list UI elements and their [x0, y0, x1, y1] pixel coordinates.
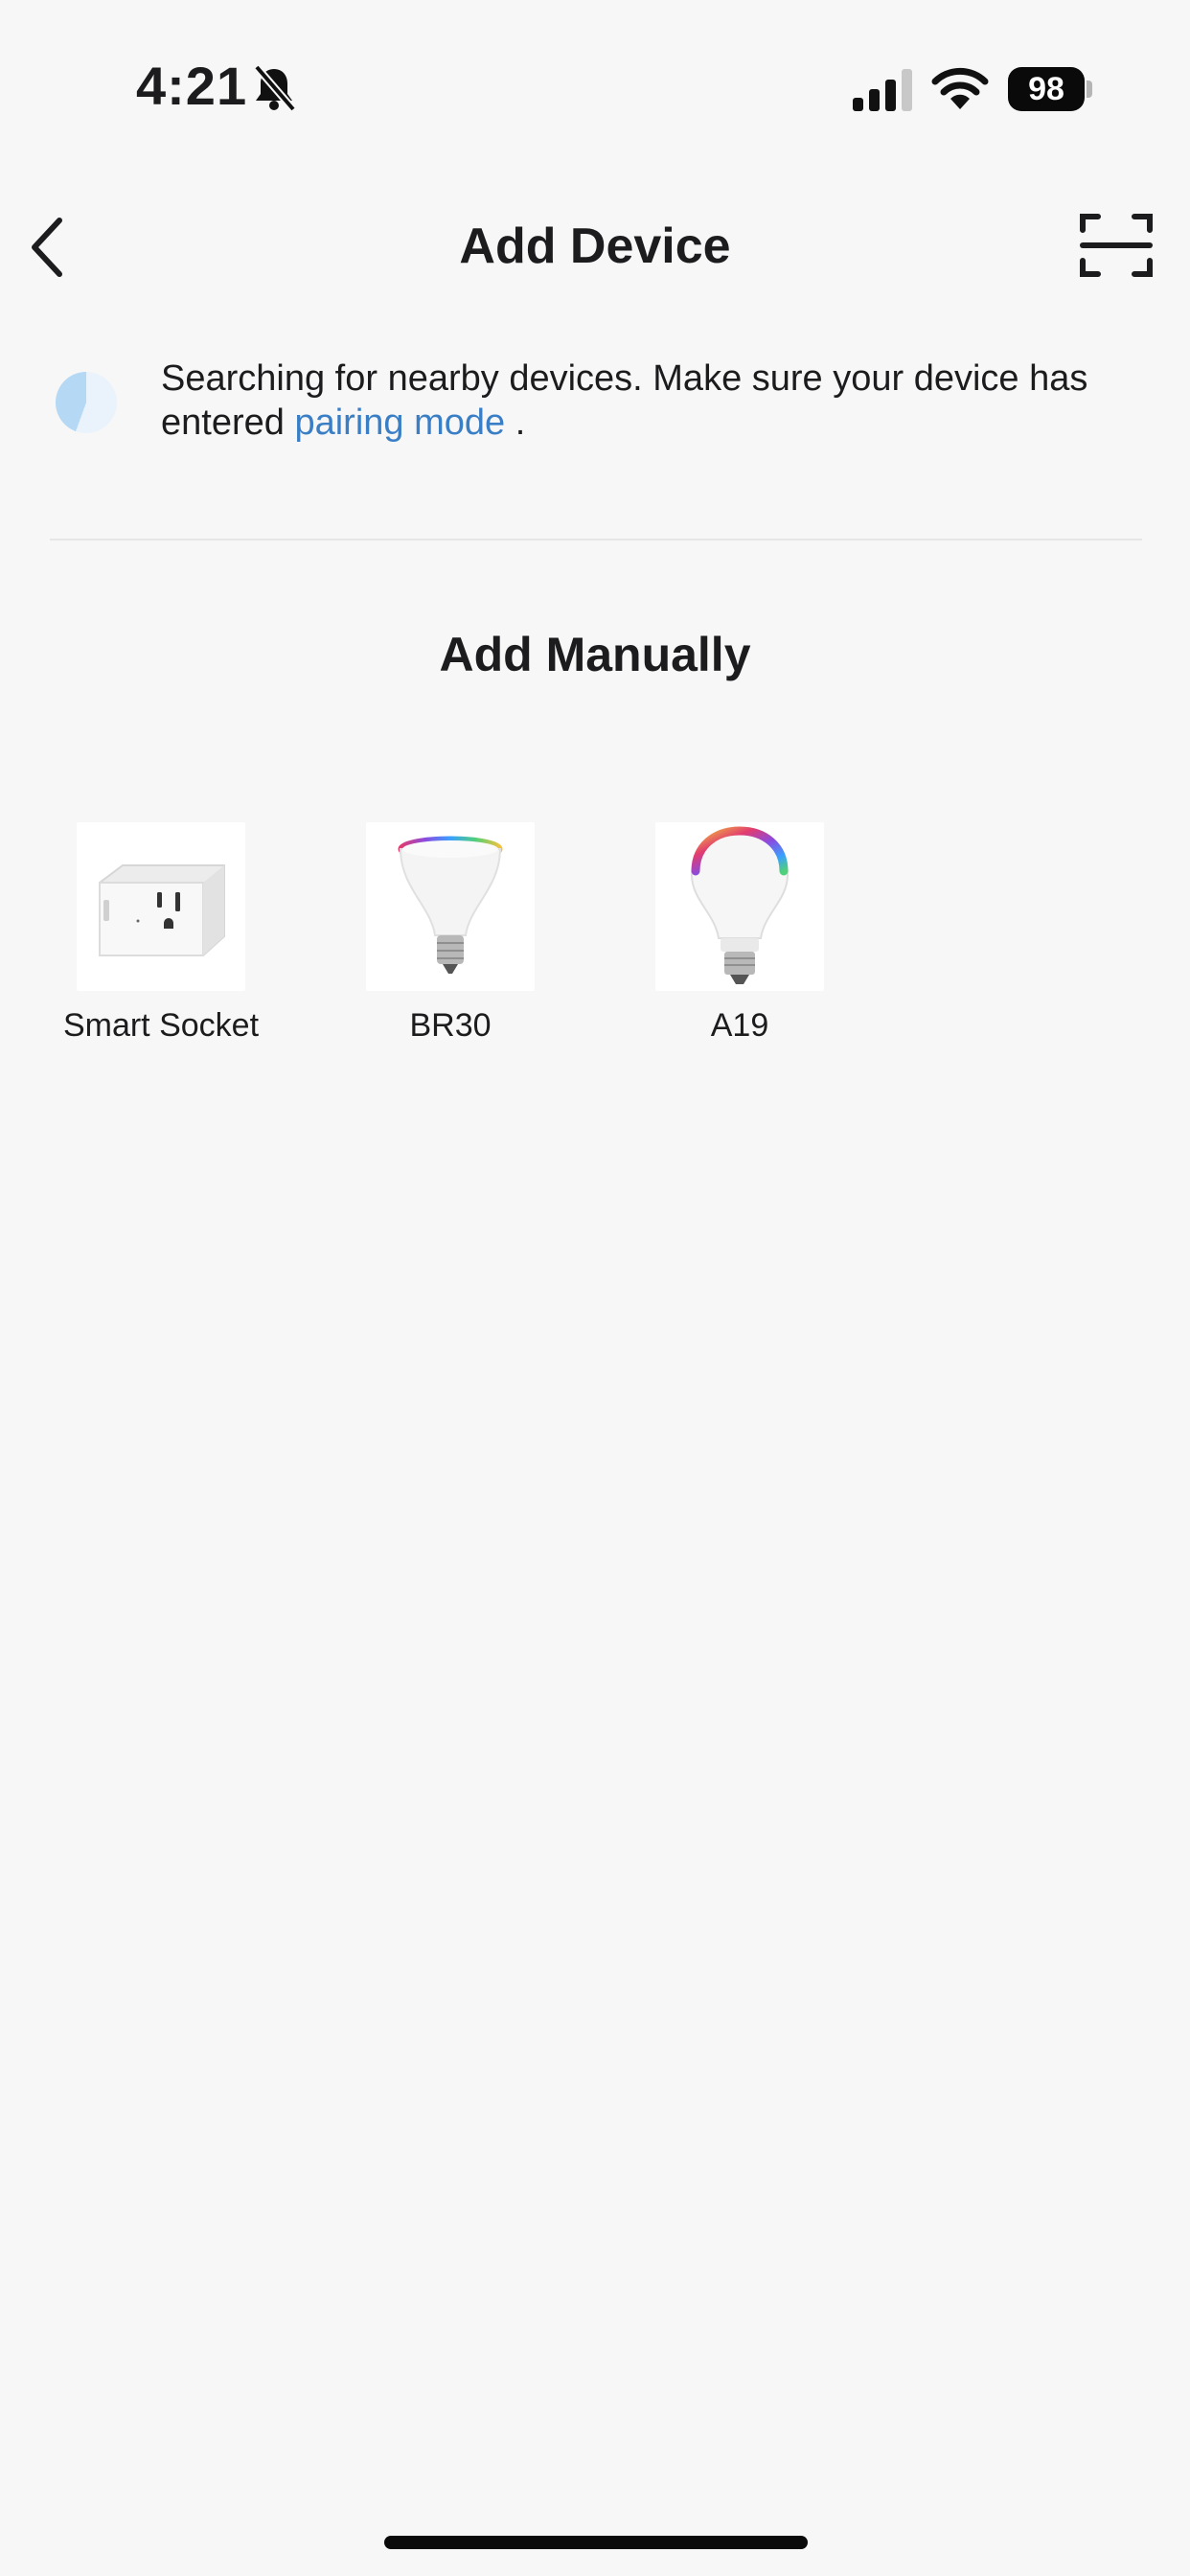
cellular-signal-icon	[853, 69, 912, 111]
a19-bulb-image	[655, 822, 824, 991]
pairing-mode-link[interactable]: pairing mode	[294, 402, 505, 443]
device-label: Smart Socket	[62, 1007, 260, 1044]
device-label: A19	[710, 1007, 769, 1044]
device-br30[interactable]: BR30	[335, 822, 565, 1048]
battery-icon: 98	[1008, 67, 1085, 111]
battery-level: 98	[1028, 70, 1064, 107]
searching-text-end: .	[505, 402, 526, 443]
scan-qr-icon	[1080, 214, 1153, 277]
scan-button[interactable]	[1079, 211, 1154, 280]
searching-spinner-icon	[56, 372, 117, 433]
smart-plug-image	[77, 822, 245, 991]
home-indicator[interactable]	[384, 2536, 808, 2549]
bell-slash-icon	[253, 64, 297, 112]
divider	[50, 539, 1142, 540]
add-manually-title: Add Manually	[439, 628, 751, 681]
br30-bulb-image	[366, 822, 535, 991]
searching-message: Searching for nearby devices. Make sure …	[161, 356, 1119, 445]
device-label: BR30	[409, 1007, 492, 1044]
page-title: Add Device	[459, 218, 731, 274]
device-smart-socket[interactable]: Smart Socket	[46, 822, 276, 1048]
battery-tip	[1087, 80, 1092, 98]
device-a19[interactable]: A19	[625, 822, 855, 1048]
wifi-icon	[931, 67, 989, 109]
status-time: 4:21	[136, 56, 248, 116]
